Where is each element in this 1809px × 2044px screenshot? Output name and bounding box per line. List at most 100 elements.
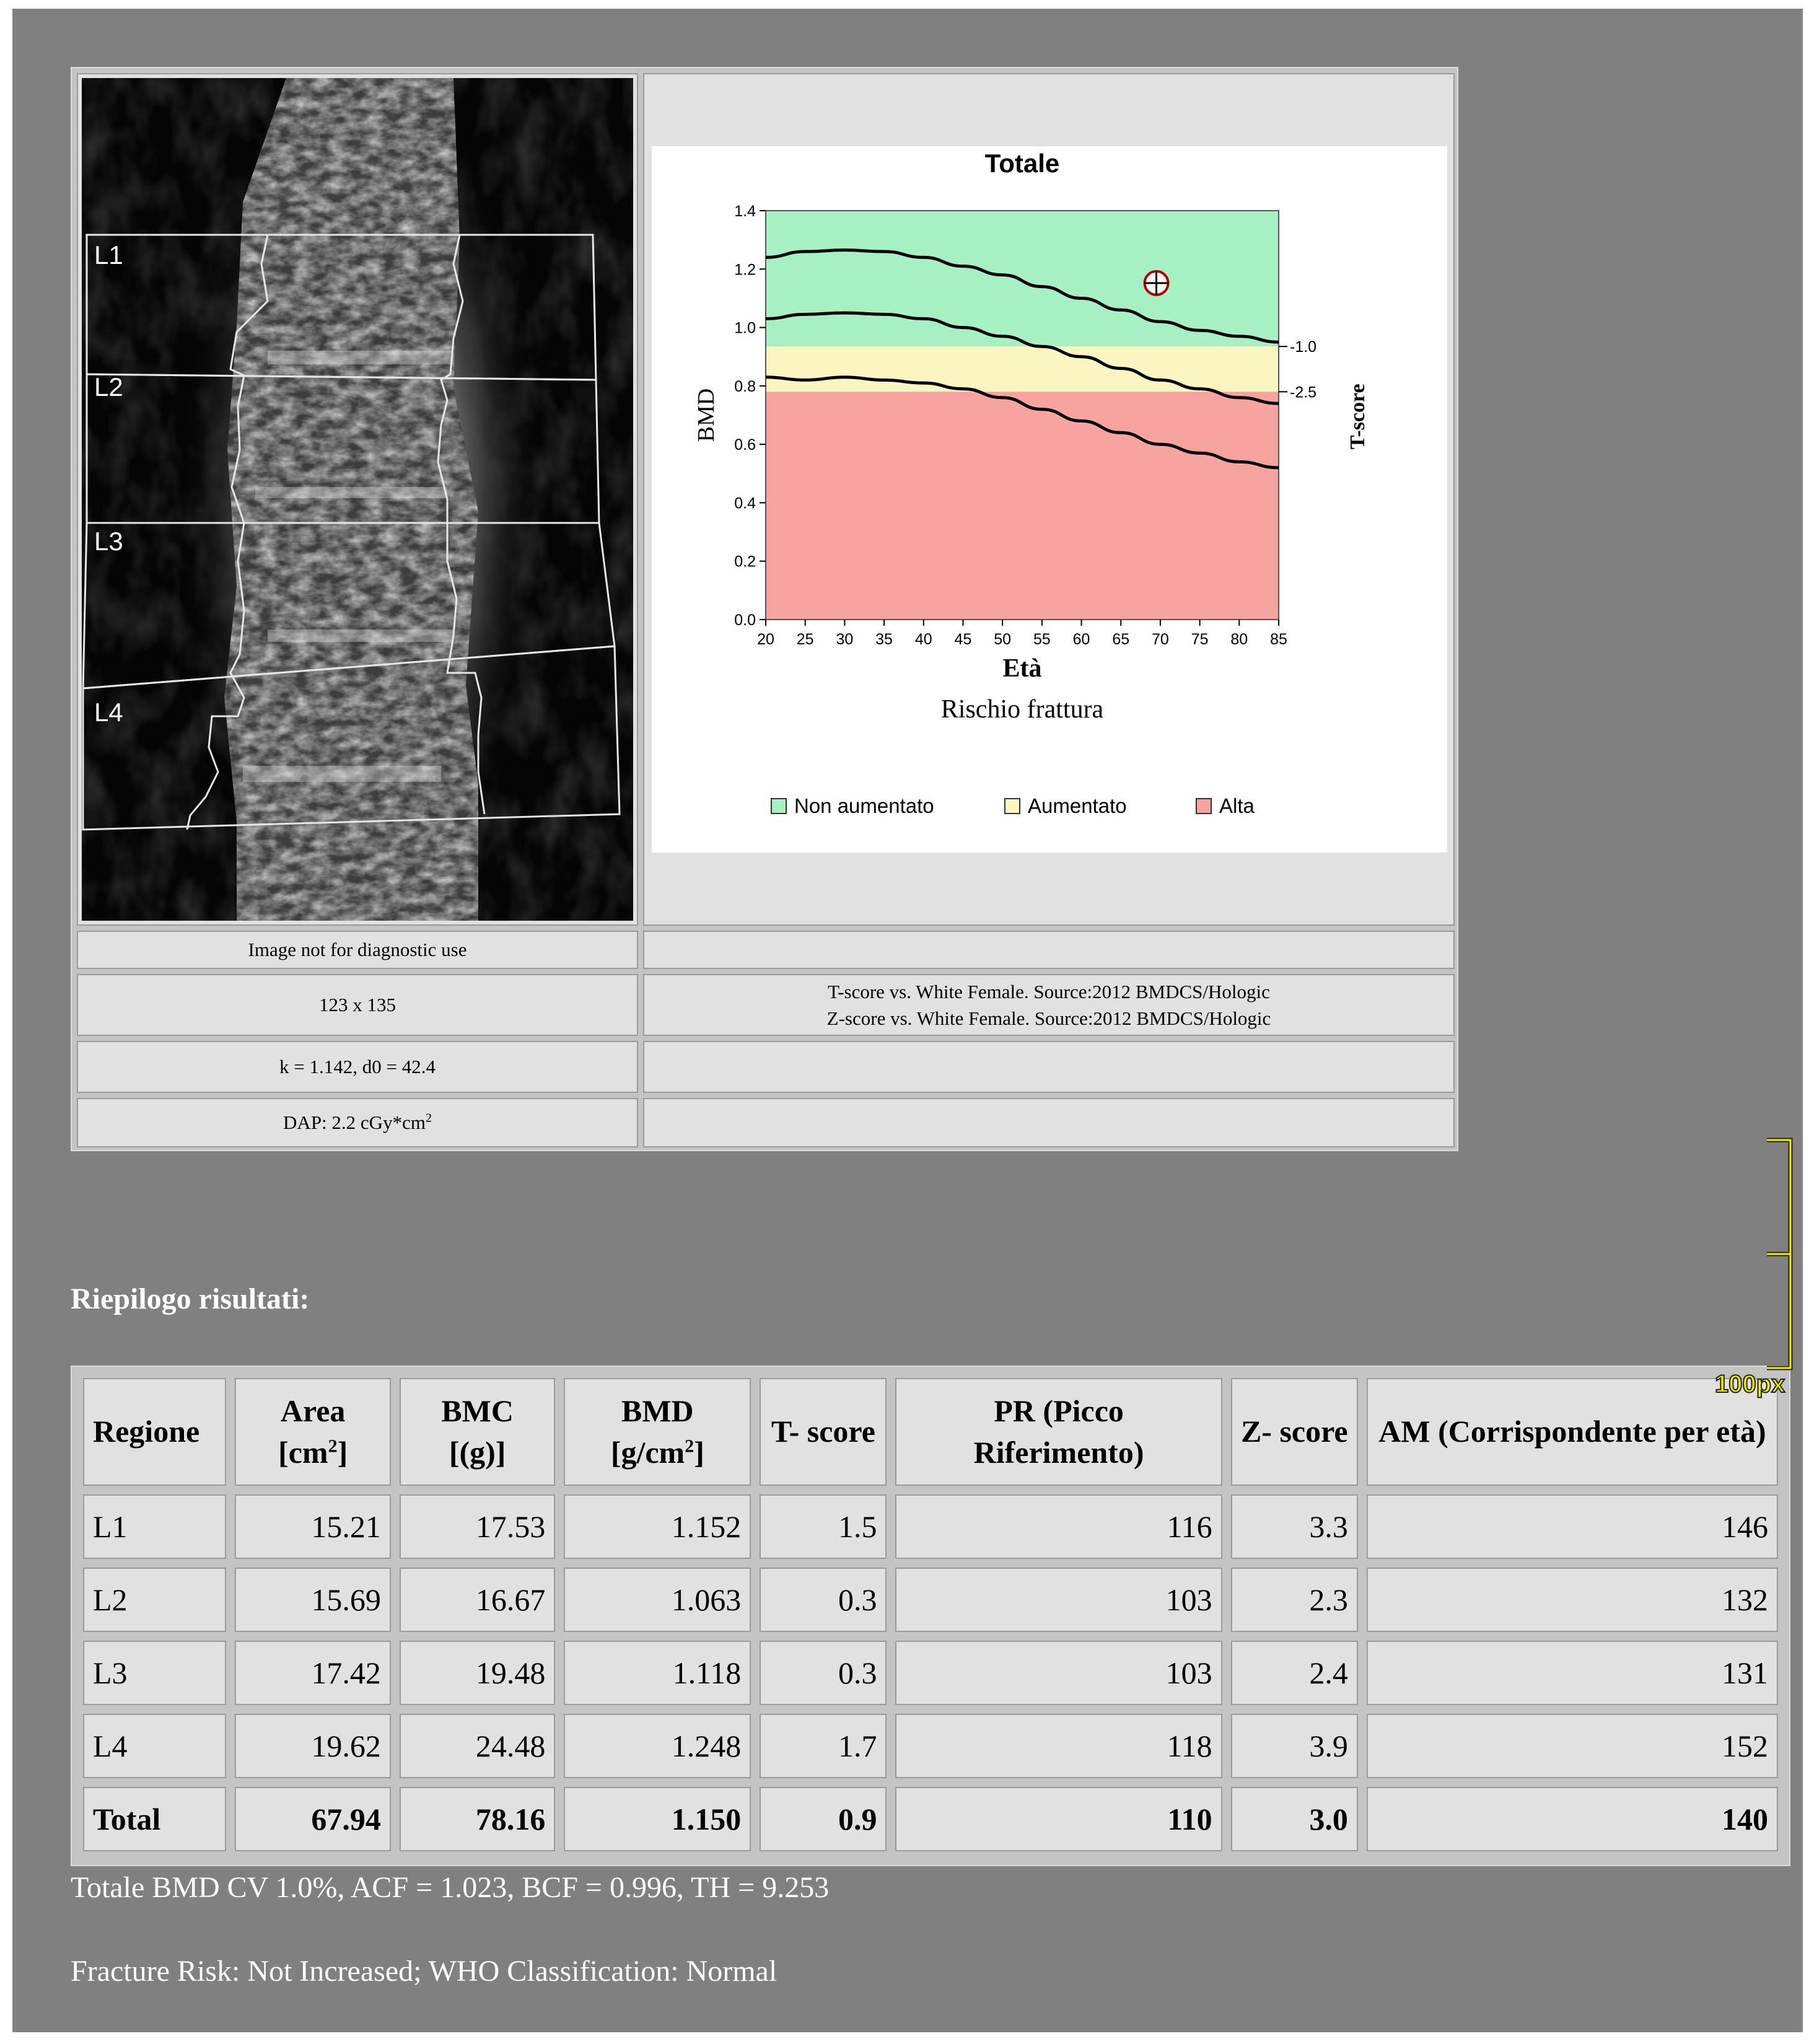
region-label-l4: L4 — [94, 698, 123, 727]
summary-title: Riepilogo risultati: — [71, 1283, 310, 1315]
y-tick-label: 1.4 — [734, 203, 756, 220]
legend-title: Rischio frattura — [941, 695, 1104, 724]
column-header: BMC [(g)] — [399, 1378, 556, 1486]
bmd-reference-chart: Totale 0.0 0.2 0.4 0.6 0.8 1.0 1.2 1.4 20 25 30 35 40… — [652, 146, 1447, 853]
disclaimer-text: Image not for diagnostic use — [248, 939, 467, 961]
value-cell: 15.21 — [235, 1494, 391, 1559]
region-cell: L4 — [83, 1714, 227, 1778]
chart-legend: Non aumentato Aumentato Alta — [771, 794, 1390, 819]
table-row: L4 19.62 24.48 1.248 1.7 118 3.9 152 — [83, 1714, 1778, 1778]
y-tick-label: 0.2 — [734, 553, 756, 571]
right-axis-label: T-score — [1346, 384, 1369, 449]
table-row: L3 17.42 19.48 1.118 0.3 103 2.4 131 — [83, 1641, 1778, 1705]
column-header: Area [cm2] — [235, 1378, 391, 1486]
legend-label: Non aumentato — [794, 794, 934, 817]
value-cell: 16.67 — [399, 1568, 556, 1632]
x-tick-label: 25 — [797, 631, 814, 648]
value-cell: 3.0 — [1230, 1787, 1358, 1851]
value-cell: 17.42 — [235, 1641, 391, 1705]
value-cell: 0.3 — [760, 1568, 887, 1632]
bmd-chart-cell: Totale 0.0 0.2 0.4 0.6 0.8 1.0 1.2 1.4 20 25 30 35 40… — [643, 73, 1455, 926]
x-tick-label: 35 — [875, 631, 893, 648]
column-header: BMD [g/cm2] — [564, 1378, 751, 1486]
value-cell: 1.118 — [564, 1641, 751, 1705]
value-cell: 15.69 — [235, 1568, 391, 1632]
x-tick-label: 30 — [836, 631, 853, 648]
y-tick-label: 0.0 — [734, 612, 756, 629]
x-tick-label: 55 — [1033, 631, 1051, 648]
value-cell: 0.3 — [760, 1641, 887, 1705]
legend-swatch-green — [771, 798, 787, 814]
z-score-reference-text: Z-score vs. White Female. Source:2012 BM… — [826, 1007, 1271, 1029]
value-cell: 1.7 — [760, 1714, 887, 1778]
results-table: Regione Area [cm2] BMC [(g)] BMD [g/cm2] T- … — [74, 1369, 1787, 1860]
x-tick-label: 50 — [994, 631, 1011, 648]
value-cell: 103 — [895, 1641, 1222, 1705]
fracture-risk-footnote: Fracture Risk: Not Increased; WHO Classi… — [71, 1955, 777, 1988]
value-cell: 2.3 — [1230, 1568, 1358, 1632]
calibration-cell: k = 1.142, d0 = 42.4 — [77, 1041, 638, 1093]
x-tick-label: 75 — [1191, 631, 1209, 648]
zone-1 — [766, 346, 1279, 392]
right-tick-label: -1.0 — [1290, 338, 1316, 356]
value-cell: 17.53 — [399, 1494, 556, 1559]
value-cell: 19.48 — [399, 1641, 556, 1705]
t-score-reference-text: T-score vs. White Female. Source:2012 BM… — [828, 980, 1270, 1002]
ruler-bracket-icon — [1767, 1138, 1793, 1371]
value-cell: 1.5 — [760, 1494, 887, 1559]
legend-item-aumentato: Aumentato — [1004, 794, 1127, 818]
value-cell: 116 — [895, 1494, 1222, 1559]
empty-cell — [643, 931, 1455, 969]
matrix-size-text: 123 x 135 — [319, 994, 396, 1016]
region-label-l2: L2 — [94, 372, 123, 401]
reference-cell: T-score vs. White Female. Source:2012 BM… — [643, 974, 1455, 1036]
table-row: Total 67.94 78.16 1.150 0.9 110 3.0 140 — [83, 1787, 1778, 1851]
value-cell: 146 — [1366, 1494, 1778, 1559]
column-header: T- score — [760, 1378, 887, 1486]
y-tick-label: 1.2 — [734, 261, 756, 278]
legend-item-alta: Alta — [1196, 794, 1255, 818]
y-tick-label: 1.0 — [734, 320, 756, 337]
value-cell: 3.9 — [1230, 1714, 1358, 1778]
value-cell: 103 — [895, 1568, 1222, 1632]
calibration-text: k = 1.142, d0 = 42.4 — [279, 1056, 436, 1078]
legend-label: Alta — [1219, 794, 1255, 817]
empty-cell — [643, 1098, 1455, 1147]
value-cell: 140 — [1366, 1787, 1778, 1851]
legend-label: Aumentato — [1028, 794, 1127, 817]
dxa-scan-cell: L1 L2 L3 L4 — [77, 73, 638, 926]
x-tick-label: 60 — [1073, 631, 1090, 648]
value-cell: 78.16 — [399, 1787, 556, 1851]
disclaimer-cell: Image not for diagnostic use — [77, 931, 638, 969]
value-cell: 131 — [1366, 1641, 1778, 1705]
x-tick-label: 20 — [757, 631, 774, 648]
column-header: Regione — [83, 1378, 227, 1486]
region-cell: L3 — [83, 1641, 227, 1705]
legend-swatch-yellow — [1004, 798, 1020, 814]
table-row: L2 15.69 16.67 1.063 0.3 103 2.3 132 — [83, 1568, 1778, 1632]
legend-item-non-aumentato: Non aumentato — [771, 794, 934, 818]
region-cell: L1 — [83, 1494, 227, 1559]
value-cell: 67.94 — [235, 1787, 391, 1851]
dap-cell: DAP: 2.2 cGy*cm2 — [77, 1098, 638, 1147]
value-cell: 132 — [1366, 1568, 1778, 1632]
x-tick-label: 80 — [1230, 631, 1248, 648]
scan-report-panel: L1 L2 L3 L4 Totale 0.0 0.2 0.4 0.6 0.8 1.0 1.2 1.4 2… — [71, 67, 1458, 1151]
y-tick-label: 0.6 — [734, 436, 756, 454]
x-axis-label: Età — [1003, 654, 1042, 683]
table-header-row: Regione Area [cm2] BMC [(g)] BMD [g/cm2] T- … — [83, 1378, 1778, 1486]
value-cell: 19.62 — [235, 1714, 391, 1778]
x-tick-label: 65 — [1112, 631, 1129, 648]
value-cell: 118 — [895, 1714, 1222, 1778]
dap-text: DAP: 2.2 cGy*cm2 — [283, 1111, 432, 1134]
region-label-l3: L3 — [94, 527, 123, 556]
column-header: Z- score — [1230, 1378, 1358, 1486]
x-tick-label: 40 — [915, 631, 932, 648]
value-cell: 1.150 — [564, 1787, 751, 1851]
ruler-label: 100px — [1714, 1370, 1785, 1398]
column-header: PR (Picco Riferimento) — [895, 1378, 1222, 1486]
region-cell: L2 — [83, 1568, 227, 1632]
chart-title: Totale — [985, 149, 1060, 178]
value-cell: 3.3 — [1230, 1494, 1358, 1559]
dxa-scan-image: L1 L2 L3 L4 — [82, 78, 633, 921]
